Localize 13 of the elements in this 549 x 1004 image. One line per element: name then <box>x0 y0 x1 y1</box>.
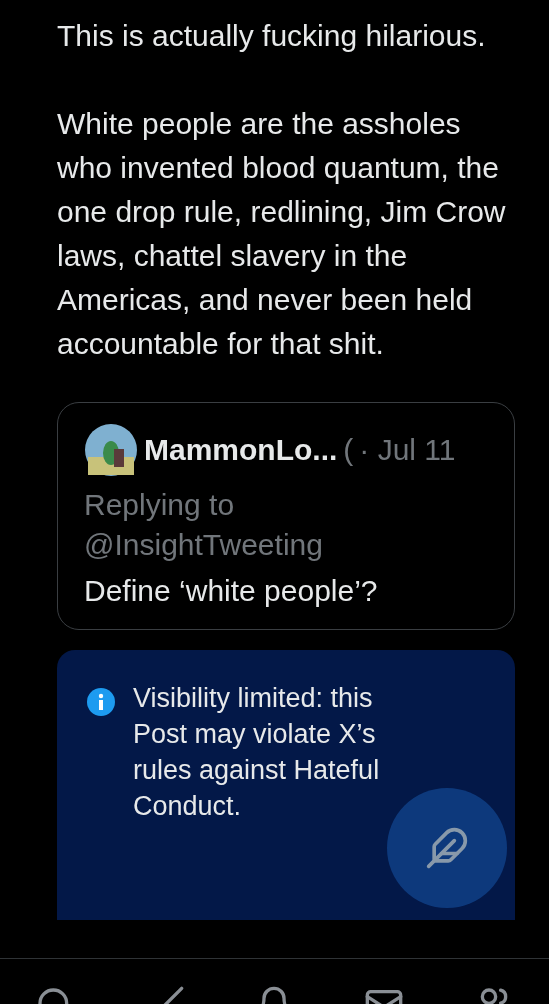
post-date: · Jul 11 <box>359 433 456 467</box>
avatar <box>84 423 138 477</box>
notice-text: Visibility limited: this Post may violate X’s rules against Hateful Conduct. <box>133 682 381 823</box>
replying-handle: @InsightTweeting <box>84 527 324 563</box>
handle-fragment: ( <box>343 433 354 467</box>
quoted-text: Define ‘white people’? <box>84 573 379 609</box>
info-icon <box>87 688 115 716</box>
feather-icon <box>425 826 469 870</box>
post-text: White people are the assholes who invented blood quantum, the one drop rule, redlining, Jim Crow laws, chattel slavery in the Americas, and never been held accountable for that shit. <box>57 106 507 362</box>
replying-label: Replying to <box>84 487 236 523</box>
quoted-post-card[interactable]: MammonLo... ( · Jul 11 Replying to @InsightTweeting Define ‘white people’? <box>57 402 515 630</box>
display-name: MammonLo... <box>144 433 338 467</box>
post-text: This is actually fucking hilarious. <box>57 18 487 54</box>
